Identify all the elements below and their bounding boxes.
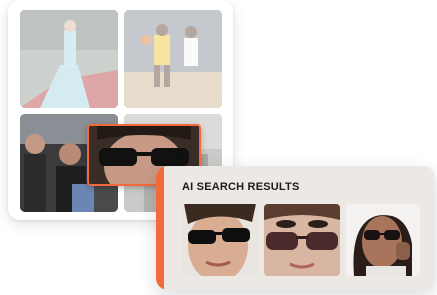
result-thumbnail[interactable] (346, 204, 420, 276)
grid-photo-gown[interactable] (20, 10, 118, 108)
accent-bar (156, 166, 164, 290)
ai-search-results-panel: AI SEARCH RESULTS (156, 166, 435, 290)
app-stage: AI SEARCH RESULTS (0, 0, 437, 295)
results-title: AI SEARCH RESULTS (182, 181, 300, 193)
result-thumbnail[interactable] (182, 204, 258, 276)
result-thumbnail[interactable] (264, 204, 340, 276)
grid-photo-basketball[interactable] (124, 10, 222, 108)
